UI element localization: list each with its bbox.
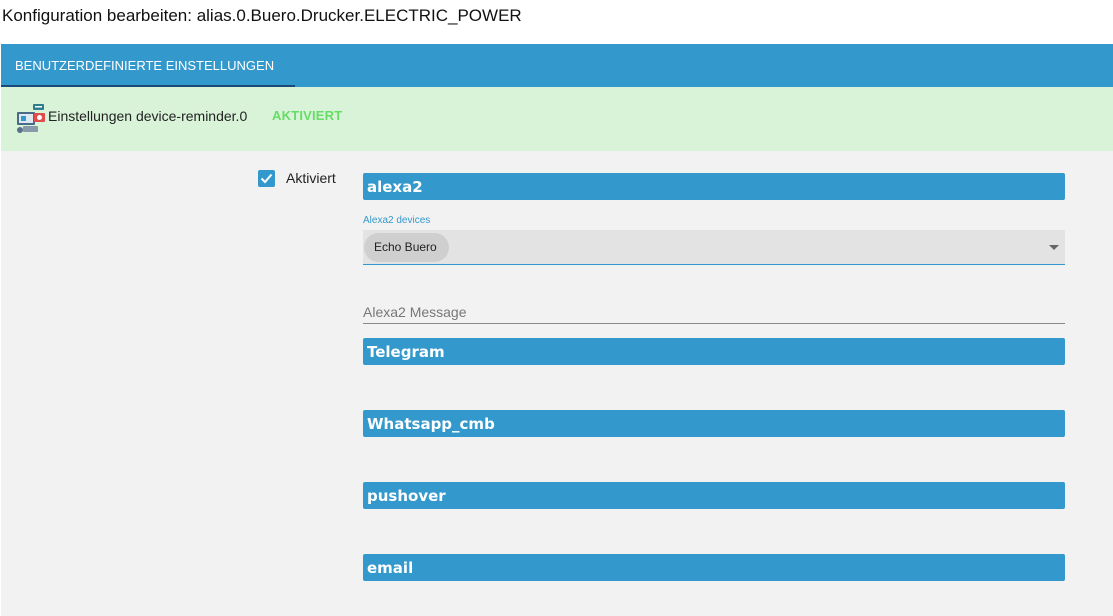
settings-panel xyxy=(1,151,1113,616)
section-header-whatsapp: Whatsapp_cmb xyxy=(363,410,1065,437)
tab-label: BENUTZERDEFINIERTE EINSTELLUNGEN xyxy=(15,58,275,73)
tab-custom-settings[interactable]: BENUTZERDEFINIERTE EINSTELLUNGEN xyxy=(1,44,295,87)
alexa2-devices-select[interactable]: Echo Buero xyxy=(363,230,1065,265)
page-title: Konfiguration bearbeiten: alias.0.Buero.… xyxy=(2,6,522,25)
adapter-status-badge: AKTIVIERT xyxy=(272,108,343,123)
section-header-email: email xyxy=(363,554,1065,581)
alexa2-message-input[interactable] xyxy=(363,296,1065,324)
chevron-down-icon[interactable] xyxy=(1049,245,1059,250)
section-header-pushover: pushover xyxy=(363,482,1065,509)
adapter-title: Einstellungen device-reminder.0 xyxy=(48,108,248,124)
section-header-telegram: Telegram xyxy=(363,338,1065,365)
adapter-header: Einstellungen device-reminder.0 AKTIVIER… xyxy=(1,87,1113,151)
selected-device-chip[interactable]: Echo Buero xyxy=(364,233,449,262)
section-header-alexa2: alexa2 xyxy=(363,173,1065,200)
checkmark-icon xyxy=(260,173,273,184)
device-reminder-icon xyxy=(15,104,47,134)
enabled-label: Aktiviert xyxy=(286,170,336,186)
alexa2-devices-label: Alexa2 devices xyxy=(363,215,431,226)
enabled-checkbox[interactable] xyxy=(258,170,275,187)
tab-bar: BENUTZERDEFINIERTE EINSTELLUNGEN xyxy=(1,44,1113,87)
